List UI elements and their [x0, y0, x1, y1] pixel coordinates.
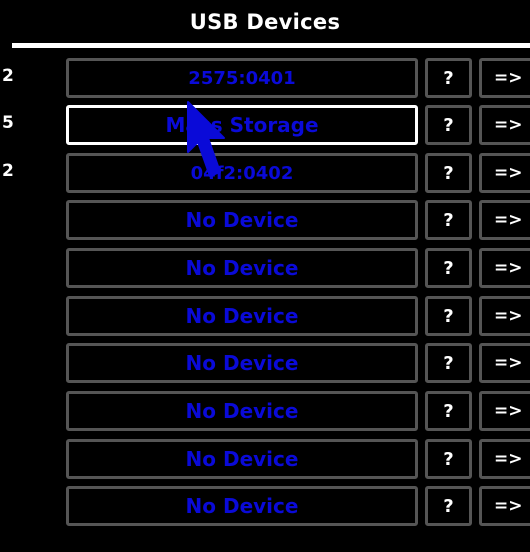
open-device-button[interactable]: => [479, 296, 530, 336]
device-button[interactable]: No Device [66, 486, 418, 526]
device-row: No Device ? => [0, 391, 530, 431]
open-device-button[interactable]: => [479, 486, 530, 526]
device-row: No Device ? => [0, 486, 530, 526]
open-device-button[interactable]: => [479, 439, 530, 479]
help-button[interactable]: ? [425, 105, 472, 145]
open-device-button[interactable]: => [479, 343, 530, 383]
device-button[interactable]: No Device [66, 248, 418, 288]
device-button[interactable]: 04f2:0402 [66, 153, 418, 193]
device-row: 2 04f2:0402 ? => [0, 153, 530, 193]
help-button[interactable]: ? [425, 248, 472, 288]
open-device-button[interactable]: => [479, 105, 530, 145]
help-button[interactable]: ? [425, 391, 472, 431]
page-title: USB Devices [189, 10, 341, 34]
row-count: 2 [2, 161, 14, 181]
device-button[interactable]: No Device [66, 296, 418, 336]
device-row: No Device ? => [0, 200, 530, 240]
device-button[interactable]: No Device [66, 200, 418, 240]
help-button[interactable]: ? [425, 439, 472, 479]
device-row: 5 Mass Storage ? => [0, 105, 530, 145]
open-device-button[interactable]: => [479, 200, 530, 240]
help-button[interactable]: ? [425, 486, 472, 526]
device-button[interactable]: 2575:0401 [66, 58, 418, 98]
row-count: 2 [2, 66, 14, 86]
device-row: No Device ? => [0, 296, 530, 336]
open-device-button[interactable]: => [479, 58, 530, 98]
open-device-button[interactable]: => [479, 153, 530, 193]
device-row: No Device ? => [0, 248, 530, 288]
device-button[interactable]: No Device [66, 439, 418, 479]
help-button[interactable]: ? [425, 343, 472, 383]
device-row: No Device ? => [0, 343, 530, 383]
open-device-button[interactable]: => [479, 248, 530, 288]
open-device-button[interactable]: => [479, 391, 530, 431]
device-button[interactable]: No Device [66, 391, 418, 431]
device-row: 2 2575:0401 ? => [0, 58, 530, 98]
row-count: 5 [2, 113, 14, 133]
help-button[interactable]: ? [425, 153, 472, 193]
help-button[interactable]: ? [425, 296, 472, 336]
device-button[interactable]: No Device [66, 343, 418, 383]
device-row: No Device ? => [0, 439, 530, 479]
help-button[interactable]: ? [425, 200, 472, 240]
help-button[interactable]: ? [425, 58, 472, 98]
title-divider [12, 43, 530, 48]
device-button-selected[interactable]: Mass Storage [66, 105, 418, 145]
